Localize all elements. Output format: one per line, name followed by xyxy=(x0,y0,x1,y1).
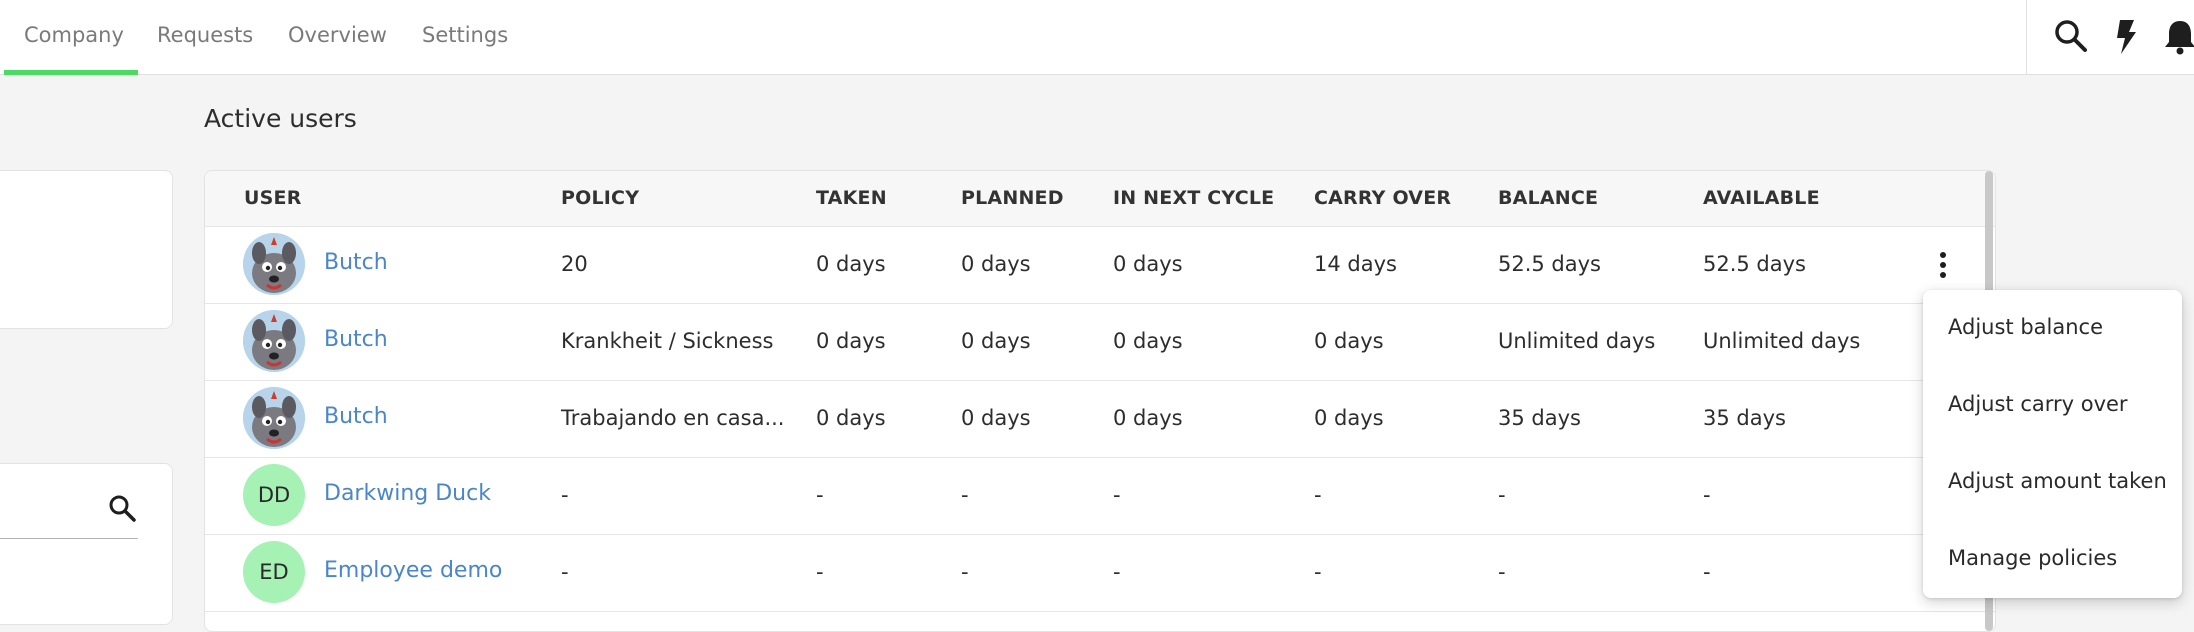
dog-avatar-icon xyxy=(243,310,305,372)
planned-cell: - xyxy=(961,483,969,507)
balance-cell: Unlimited days xyxy=(1498,329,1656,353)
users-table: USER POLICY TAKEN PLANNED IN NEXT CYCLE … xyxy=(204,170,1996,632)
more-options-icon[interactable] xyxy=(1933,250,1953,280)
balance-cell: - xyxy=(1498,483,1506,507)
menu-item-manage-policies[interactable]: Manage policies xyxy=(1948,538,2117,578)
taken-cell: 0 days xyxy=(816,406,886,430)
tab-requests[interactable]: Requests xyxy=(157,0,253,75)
column-header-next-cycle[interactable]: IN NEXT CYCLE xyxy=(1113,171,1274,226)
policy-cell: 20 xyxy=(561,252,588,276)
column-header-carry-over[interactable]: CARRY OVER xyxy=(1314,171,1451,226)
table-row: Butch Krankheit / Sickness 0 days 0 days… xyxy=(205,303,1995,381)
tab-company[interactable]: Company xyxy=(24,0,124,75)
bell-icon[interactable] xyxy=(2160,16,2194,56)
next-cycle-cell: - xyxy=(1113,483,1121,507)
section-title: Active users xyxy=(204,104,357,133)
taken-cell: - xyxy=(816,483,824,507)
left-search-card xyxy=(0,463,173,625)
taken-cell: 0 days xyxy=(816,252,886,276)
column-header-balance[interactable]: BALANCE xyxy=(1498,171,1598,226)
table-header: USER POLICY TAKEN PLANNED IN NEXT CYCLE … xyxy=(205,171,1995,227)
policy-cell: Trabajando en casa... xyxy=(561,406,785,430)
balance-cell: - xyxy=(1498,560,1506,584)
left-search-input[interactable] xyxy=(0,538,138,539)
user-link[interactable]: Butch xyxy=(324,303,388,376)
carry-over-cell: 0 days xyxy=(1314,406,1384,430)
table-row: Butch Trabajando en casa... 0 days 0 day… xyxy=(205,380,1995,458)
user-link[interactable]: Butch xyxy=(324,226,388,299)
dog-avatar-icon xyxy=(243,387,305,449)
planned-cell: 0 days xyxy=(961,406,1031,430)
top-navigation-bar: Company Requests Overview Settings xyxy=(0,0,2194,75)
taken-cell: 0 days xyxy=(816,329,886,353)
row-actions-menu: Adjust balance Adjust carry over Adjust … xyxy=(1923,290,2182,598)
next-cycle-cell: 0 days xyxy=(1113,252,1183,276)
left-panel-card xyxy=(0,170,173,329)
user-link[interactable]: Butch xyxy=(324,380,388,453)
policy-cell: - xyxy=(561,560,569,584)
search-icon[interactable] xyxy=(2051,16,2091,56)
balance-cell: 35 days xyxy=(1498,406,1581,430)
available-cell: - xyxy=(1703,560,1711,584)
tab-overview[interactable]: Overview xyxy=(288,0,387,75)
carry-over-cell: 14 days xyxy=(1314,252,1397,276)
available-cell: 52.5 days xyxy=(1703,252,1807,276)
next-cycle-cell: - xyxy=(1113,560,1121,584)
table-row: ED Employee demo - - - - - - - xyxy=(205,534,1995,612)
top-divider xyxy=(2026,0,2027,75)
available-cell: Unlimited days xyxy=(1703,329,1861,353)
avatar xyxy=(243,233,305,295)
taken-cell: - xyxy=(816,560,824,584)
tab-settings[interactable]: Settings xyxy=(422,0,508,75)
next-cycle-cell: 0 days xyxy=(1113,406,1183,430)
avatar: ED xyxy=(243,541,305,603)
carry-over-cell: - xyxy=(1314,560,1322,584)
user-link[interactable]: Darkwing Duck xyxy=(324,457,491,530)
next-cycle-cell: 0 days xyxy=(1113,329,1183,353)
planned-cell: - xyxy=(961,560,969,584)
planned-cell: 0 days xyxy=(961,252,1031,276)
balance-cell: 52.5 days xyxy=(1498,252,1602,276)
policy-cell: Krankheit / Sickness xyxy=(561,329,774,353)
policy-cell: - xyxy=(561,483,569,507)
table-row: DD Darkwing Duck - - - - - - - xyxy=(205,457,1995,535)
column-header-available[interactable]: AVAILABLE xyxy=(1703,171,1820,226)
carry-over-cell: - xyxy=(1314,483,1322,507)
active-tab-indicator xyxy=(4,70,138,75)
table-row: Butch 20 0 days 0 days 0 days 14 days 52… xyxy=(205,226,1995,304)
carry-over-cell: 0 days xyxy=(1314,329,1384,353)
menu-item-adjust-balance[interactable]: Adjust balance xyxy=(1948,307,2103,347)
search-icon[interactable] xyxy=(106,492,138,524)
column-header-policy[interactable]: POLICY xyxy=(561,171,639,226)
avatar xyxy=(243,310,305,372)
column-header-user[interactable]: USER xyxy=(244,171,302,226)
column-header-taken[interactable]: TAKEN xyxy=(816,171,887,226)
planned-cell: 0 days xyxy=(961,329,1031,353)
avatar: DD xyxy=(243,464,305,526)
dog-avatar-icon xyxy=(243,233,305,295)
available-cell: 35 days xyxy=(1703,406,1786,430)
avatar xyxy=(243,387,305,449)
available-cell: - xyxy=(1703,483,1711,507)
column-header-planned[interactable]: PLANNED xyxy=(961,171,1064,226)
user-link[interactable]: Employee demo xyxy=(324,534,502,607)
menu-item-adjust-carry-over[interactable]: Adjust carry over xyxy=(1948,384,2128,424)
lightning-icon[interactable] xyxy=(2106,16,2146,56)
menu-item-adjust-amount-taken[interactable]: Adjust amount taken xyxy=(1948,461,2167,501)
